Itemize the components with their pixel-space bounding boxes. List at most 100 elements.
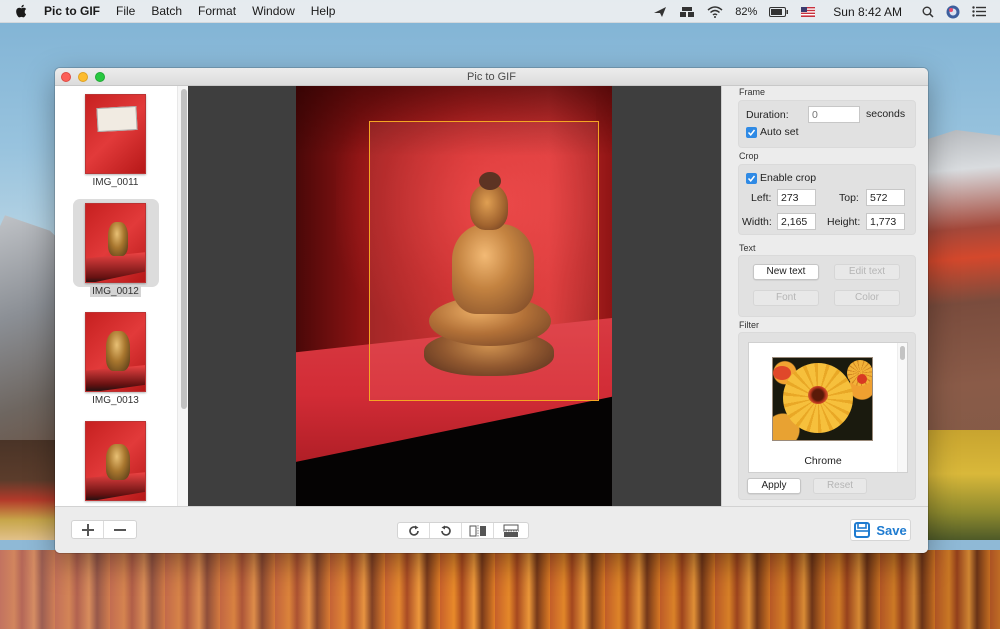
save-label: Save <box>876 522 907 538</box>
menu-bar-status-area: 82% Sun 8:42 AM <box>653 0 986 23</box>
apple-menu-icon[interactable] <box>14 4 28 18</box>
filter-name-label: Chrome <box>804 455 842 467</box>
image-thumbnail <box>85 203 146 283</box>
font-button[interactable]: Font <box>753 290 819 306</box>
crop-selection-rectangle[interactable] <box>369 121 599 401</box>
frame-group: Duration: seconds Auto set <box>738 100 916 148</box>
remove-image-button[interactable] <box>104 521 136 538</box>
crop-top-input[interactable] <box>866 189 905 206</box>
inspector-panel: Frame Duration: seconds Auto set Crop En… <box>721 86 928 506</box>
image-thumbnail <box>85 421 146 501</box>
crop-width-input[interactable] <box>777 213 816 230</box>
title-bar[interactable]: Pic to GIF <box>55 68 928 86</box>
filter-preview-thumbnail[interactable] <box>772 357 873 441</box>
crop-section-label: Crop <box>739 151 759 161</box>
zoom-window-button[interactable] <box>95 72 105 82</box>
menu-bar: Pic to GIF File Batch Format Window Help… <box>0 0 1000 23</box>
enable-crop-label[interactable]: Enable crop <box>760 172 816 184</box>
menu-clock[interactable]: Sun 8:42 AM <box>833 5 902 19</box>
window-title: Pic to GIF <box>467 70 516 83</box>
wifi-icon[interactable] <box>707 4 723 20</box>
save-button[interactable]: Save <box>850 519 911 541</box>
save-icon <box>854 522 871 538</box>
edit-text-button[interactable]: Edit text <box>834 264 900 280</box>
battery-percent: 82% <box>735 5 758 18</box>
crop-height-input[interactable] <box>866 213 905 230</box>
plus-icon <box>81 523 94 536</box>
image-list-item-label: IMG_0012 <box>90 286 141 297</box>
crop-left-input[interactable] <box>777 189 816 206</box>
app-tray-icon[interactable] <box>679 4 695 20</box>
location-arrow-icon[interactable] <box>653 4 667 20</box>
rotate-clockwise-icon <box>408 525 419 536</box>
image-thumbnail <box>85 94 146 174</box>
rotate-counterclockwise-icon <box>440 525 451 536</box>
checkmark-icon <box>747 129 756 136</box>
spotlight-search-icon[interactable] <box>922 4 934 20</box>
wallpaper-lake <box>0 550 1000 629</box>
text-group: New text Edit text Font Color <box>738 255 916 317</box>
crop-left-label: Left: <box>751 192 772 204</box>
apply-filter-button[interactable]: Apply <box>747 478 801 494</box>
duration-unit-label: seconds <box>866 108 906 120</box>
window-controls <box>61 72 105 82</box>
text-section-label: Text <box>739 243 756 253</box>
reset-filter-button[interactable]: Reset <box>813 478 867 494</box>
menu-format[interactable]: Format <box>198 4 236 18</box>
menu-batch[interactable]: Batch <box>151 4 182 18</box>
rotate-counterclockwise-button[interactable] <box>430 523 462 538</box>
minus-icon <box>114 528 126 531</box>
auto-set-checkbox[interactable] <box>746 127 757 138</box>
battery-icon[interactable] <box>769 4 789 20</box>
placard-graphic <box>96 105 138 133</box>
siri-icon[interactable] <box>946 4 960 20</box>
duration-input[interactable] <box>808 106 860 123</box>
menu-file[interactable]: File <box>116 4 135 18</box>
menu-window[interactable]: Window <box>252 4 295 18</box>
image-thumbnail <box>85 312 146 392</box>
image-list-item[interactable] <box>73 308 159 396</box>
sidebar-scrollbar-thumb[interactable] <box>181 89 187 409</box>
flip-horizontal-button[interactable] <box>462 523 494 538</box>
enable-crop-checkbox[interactable] <box>746 173 757 184</box>
flip-vertical-button[interactable] <box>494 523 528 538</box>
flip-vertical-icon <box>503 524 519 537</box>
image-list-sidebar: IMG_0011 IMG_0012 IMG_0013 <box>55 86 188 506</box>
filter-list-scrollbar[interactable] <box>897 343 907 472</box>
crop-group: Enable crop Left: Top: Width: Height: <box>738 164 916 235</box>
close-window-button[interactable] <box>61 72 71 82</box>
menu-help[interactable]: Help <box>311 4 336 18</box>
menu-app-name[interactable]: Pic to GIF <box>44 4 100 18</box>
preview-photo <box>296 86 612 506</box>
image-canvas[interactable] <box>188 86 721 506</box>
filter-group: Chrome Apply Reset <box>738 332 916 500</box>
us-flag-icon[interactable] <box>801 4 816 20</box>
sidebar-scrollbar[interactable] <box>177 86 188 506</box>
wallpaper-trees-right <box>925 430 1000 540</box>
color-button[interactable]: Color <box>834 290 900 306</box>
image-list-item[interactable] <box>73 417 159 505</box>
auto-set-label[interactable]: Auto set <box>760 126 799 138</box>
add-image-button[interactable] <box>72 521 104 538</box>
app-window: Pic to GIF IMG_0011 IMG_0012 IMG_0013 Fr… <box>55 68 928 553</box>
image-list-item-label: IMG_0011 <box>92 177 139 188</box>
duration-label: Duration: <box>746 109 789 121</box>
bottom-toolbar: Save <box>55 506 928 553</box>
filter-section-label: Filter <box>739 320 759 330</box>
notification-center-icon[interactable] <box>972 4 986 20</box>
transform-segmented-control <box>397 522 529 539</box>
crop-top-label: Top: <box>839 192 859 204</box>
crop-width-label: Width: <box>742 216 772 228</box>
frame-section-label: Frame <box>739 87 766 97</box>
image-list-item-label: IMG_0013 <box>92 395 139 406</box>
minimize-window-button[interactable] <box>78 72 88 82</box>
image-list-item-selected[interactable] <box>73 199 159 287</box>
filter-list-scrollbar-thumb[interactable] <box>900 346 905 360</box>
new-text-button[interactable]: New text <box>753 264 819 280</box>
rotate-clockwise-button[interactable] <box>398 523 430 538</box>
image-list-item[interactable] <box>73 90 159 178</box>
filter-list[interactable]: Chrome <box>748 342 908 473</box>
checkmark-icon <box>747 175 756 182</box>
add-remove-segmented-control <box>71 520 137 539</box>
crop-height-label: Height: <box>827 216 861 228</box>
